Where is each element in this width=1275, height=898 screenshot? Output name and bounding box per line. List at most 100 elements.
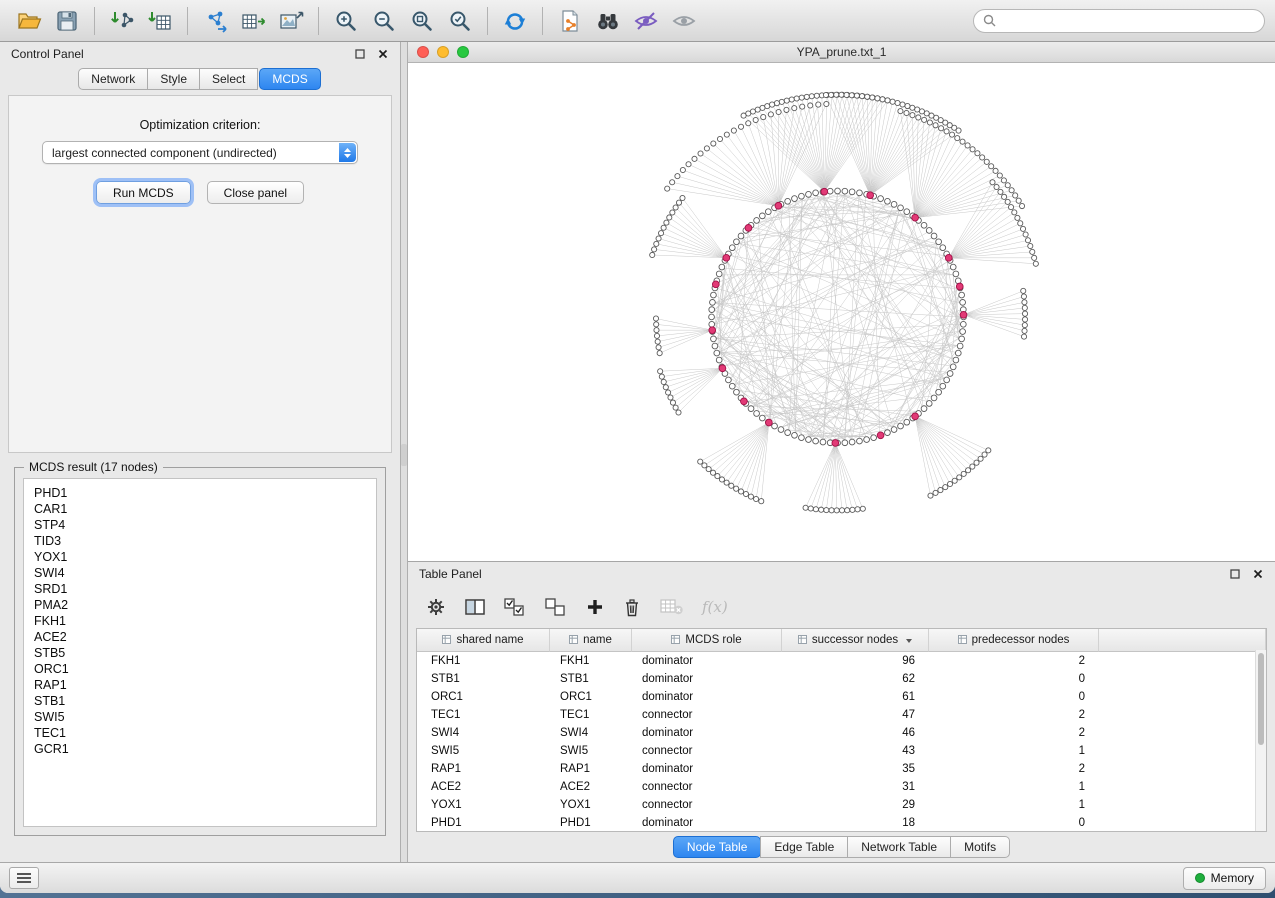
show-columns-icon[interactable] (465, 598, 485, 616)
mcds-result-item[interactable]: PMA2 (34, 597, 366, 613)
sort-dropdown-icon[interactable] (906, 639, 912, 643)
close-panel-icon[interactable] (377, 48, 389, 60)
splitter-handle[interactable] (401, 444, 407, 466)
cell-predecessor-nodes[interactable]: 2 (929, 706, 1099, 724)
cell-name[interactable]: TEC1 (550, 706, 632, 724)
open-file-icon[interactable] (13, 5, 45, 37)
table-row[interactable]: ACE2ACE2connector311 (417, 778, 1266, 796)
cell-mcds-role[interactable]: dominator (632, 670, 782, 688)
mcds-result-item[interactable]: SWI5 (34, 709, 366, 725)
import-network-icon[interactable] (106, 5, 138, 37)
share-document-icon[interactable] (554, 5, 586, 37)
column-header-successor-nodes[interactable]: successor nodes (782, 629, 929, 652)
export-image-icon[interactable] (275, 5, 307, 37)
add-row-icon[interactable] (586, 598, 604, 616)
mcds-result-item[interactable]: TEC1 (34, 725, 366, 741)
column-header-predecessor-nodes[interactable]: predecessor nodes (929, 629, 1099, 652)
mcds-result-item[interactable]: PHD1 (34, 485, 366, 501)
binoculars-icon[interactable] (592, 5, 624, 37)
cell-name[interactable]: ACE2 (550, 778, 632, 796)
show-all-eye-icon[interactable] (668, 5, 700, 37)
table-row[interactable]: FKH1FKH1dominator962 (417, 652, 1266, 670)
zoom-out-icon[interactable] (368, 5, 400, 37)
refresh-icon[interactable] (499, 5, 531, 37)
cell-successor-nodes[interactable]: 35 (782, 760, 929, 778)
mcds-result-item[interactable]: STB5 (34, 645, 366, 661)
vertical-splitter[interactable] (400, 42, 408, 862)
delete-row-trash-icon[interactable] (623, 597, 641, 617)
close-table-panel-icon[interactable] (1252, 568, 1264, 580)
cell-predecessor-nodes[interactable]: 1 (929, 778, 1099, 796)
table-row[interactable]: SWI4SWI4dominator462 (417, 724, 1266, 742)
tab-style[interactable]: Style (147, 68, 200, 90)
column-header-shared-name[interactable]: shared name (417, 629, 550, 652)
cell-mcds-role[interactable]: dominator (632, 652, 782, 670)
table-row[interactable]: RAP1RAP1dominator352 (417, 760, 1266, 778)
search-input[interactable] (1002, 13, 1255, 29)
cell-successor-nodes[interactable]: 62 (782, 670, 929, 688)
table-row[interactable]: YOX1YOX1connector291 (417, 796, 1266, 814)
cell-shared-name[interactable]: FKH1 (417, 652, 550, 670)
cell-shared-name[interactable]: ACE2 (417, 778, 550, 796)
cell-mcds-role[interactable]: dominator (632, 814, 782, 832)
table-row[interactable]: STB1STB1dominator620 (417, 670, 1266, 688)
cell-successor-nodes[interactable]: 43 (782, 742, 929, 760)
fit-content-icon[interactable] (406, 5, 438, 37)
network-canvas[interactable] (408, 63, 1275, 561)
zoom-in-icon[interactable] (330, 5, 362, 37)
cell-shared-name[interactable]: SWI5 (417, 742, 550, 760)
cell-mcds-role[interactable]: dominator (632, 760, 782, 778)
cell-predecessor-nodes[interactable]: 1 (929, 796, 1099, 814)
table-row[interactable]: TEC1TEC1connector472 (417, 706, 1266, 724)
float-panel-icon[interactable] (354, 48, 366, 60)
cell-predecessor-nodes[interactable]: 1 (929, 742, 1099, 760)
cell-predecessor-nodes[interactable]: 0 (929, 670, 1099, 688)
mcds-result-item[interactable]: RAP1 (34, 677, 366, 693)
cell-successor-nodes[interactable]: 46 (782, 724, 929, 742)
mcds-result-item[interactable]: FKH1 (34, 613, 366, 629)
cell-mcds-role[interactable]: connector (632, 796, 782, 814)
cell-name[interactable]: RAP1 (550, 760, 632, 778)
mcds-result-list[interactable]: PHD1CAR1STP4TID3YOX1SWI4SRD1PMA2FKH1ACE2… (23, 478, 377, 827)
cell-shared-name[interactable]: SWI4 (417, 724, 550, 742)
table-scrollbar[interactable] (1255, 650, 1266, 831)
cell-name[interactable]: SWI5 (550, 742, 632, 760)
mcds-result-item[interactable]: CAR1 (34, 501, 366, 517)
cell-successor-nodes[interactable]: 96 (782, 652, 929, 670)
cell-shared-name[interactable]: PHD1 (417, 814, 550, 832)
float-table-panel-icon[interactable] (1229, 568, 1241, 580)
search-box[interactable] (973, 9, 1265, 33)
table-row[interactable]: ORC1ORC1dominator610 (417, 688, 1266, 706)
table-row[interactable]: PHD1PHD1dominator180 (417, 814, 1266, 832)
cell-successor-nodes[interactable]: 18 (782, 814, 929, 832)
cell-successor-nodes[interactable]: 31 (782, 778, 929, 796)
cell-successor-nodes[interactable]: 47 (782, 706, 929, 724)
table-settings-gear-icon[interactable] (426, 597, 446, 617)
cell-name[interactable]: STB1 (550, 670, 632, 688)
cell-predecessor-nodes[interactable]: 2 (929, 652, 1099, 670)
cell-shared-name[interactable]: ORC1 (417, 688, 550, 706)
cell-mcds-role[interactable]: connector (632, 742, 782, 760)
select-all-icon[interactable] (504, 598, 526, 616)
combo-stepper-icon[interactable] (339, 143, 356, 162)
cell-name[interactable]: YOX1 (550, 796, 632, 814)
save-icon[interactable] (51, 5, 83, 37)
zoom-selected-icon[interactable] (444, 5, 476, 37)
cell-shared-name[interactable]: STB1 (417, 670, 550, 688)
import-table-icon[interactable] (144, 5, 176, 37)
status-menu-icon[interactable] (9, 867, 39, 889)
minimize-window-button[interactable] (437, 46, 449, 58)
mcds-result-item[interactable]: TID3 (34, 533, 366, 549)
mcds-result-item[interactable]: GCR1 (34, 741, 366, 757)
cell-mcds-role[interactable]: dominator (632, 724, 782, 742)
cell-shared-name[interactable]: YOX1 (417, 796, 550, 814)
cell-mcds-role[interactable]: connector (632, 778, 782, 796)
cell-name[interactable]: FKH1 (550, 652, 632, 670)
cell-predecessor-nodes[interactable]: 2 (929, 760, 1099, 778)
run-mcds-button[interactable]: Run MCDS (96, 181, 191, 204)
tab-node-table[interactable]: Node Table (673, 836, 762, 858)
export-table-icon[interactable] (237, 5, 269, 37)
mcds-result-item[interactable]: ACE2 (34, 629, 366, 645)
mcds-result-item[interactable]: STB1 (34, 693, 366, 709)
mcds-result-item[interactable]: STP4 (34, 517, 366, 533)
